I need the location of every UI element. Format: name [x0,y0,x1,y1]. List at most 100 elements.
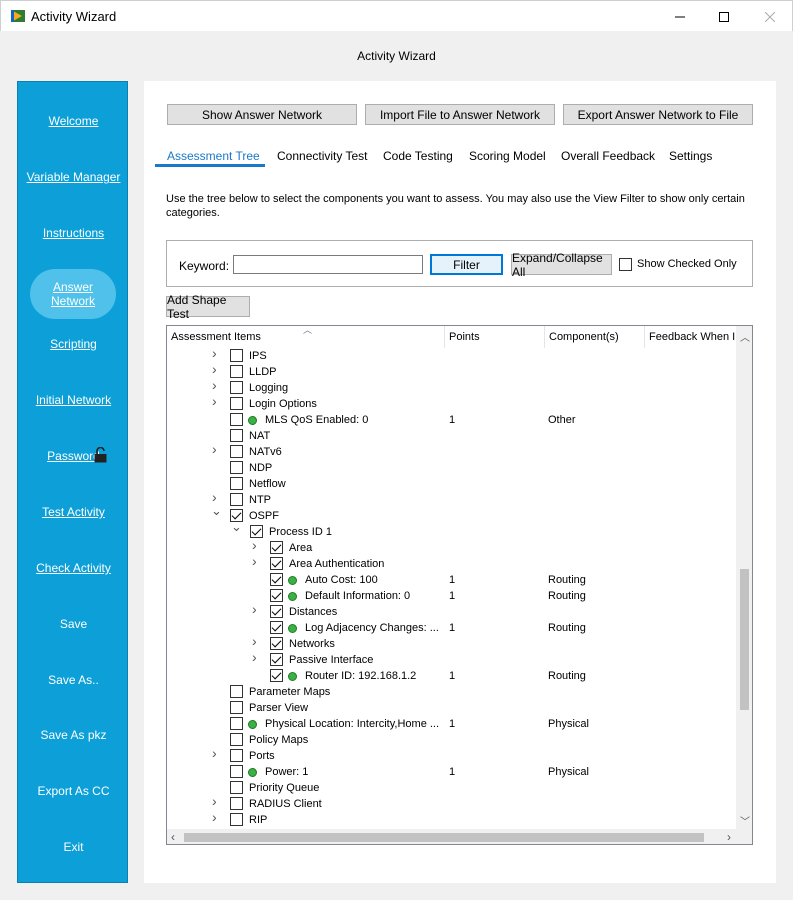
chevron-right-icon[interactable] [250,601,260,617]
filter-button[interactable]: Filter [430,254,503,275]
tab-scoring-model[interactable]: Scoring Model [469,149,546,163]
column-header-assessment-items[interactable]: Assessment Items ︿ [167,326,445,348]
sidebar-item-check-activity[interactable]: Check Activity [18,561,129,575]
tree-row[interactable]: NATv6 [167,441,737,460]
sidebar-item-welcome[interactable]: Welcome [18,114,129,128]
tree-row[interactable]: Auto Cost: 100 1 Routing [167,572,737,588]
chevron-right-icon[interactable] [210,345,220,361]
chevron-right-icon[interactable] [210,809,220,825]
tree-row-checkbox[interactable] [270,669,283,682]
scroll-left-icon[interactable]: ‹ [171,830,175,844]
tab-assessment-tree[interactable]: Assessment Tree [167,149,260,163]
tree-row-checkbox[interactable] [230,445,243,458]
chevron-down-icon[interactable] [230,519,242,536]
sidebar-item-test-activity[interactable]: Test Activity [18,505,129,519]
chevron-right-icon[interactable] [250,553,260,569]
tree-row-checkbox[interactable] [230,749,243,762]
tree-row[interactable]: Policy Maps [167,732,737,748]
column-header-feedback[interactable]: Feedback When In [645,326,737,348]
chevron-right-icon[interactable] [210,393,220,409]
tree-row[interactable]: Physical Location: Intercity,Home ... 1 Ph… [167,716,737,732]
chevron-right-icon[interactable] [210,441,220,457]
chevron-right-icon[interactable] [210,377,220,393]
sidebar-item-save-as[interactable]: Save As.. [18,673,129,687]
tree-row[interactable]: Ports [167,745,737,764]
tree-row[interactable]: NTP [167,489,737,508]
tree-row[interactable]: Logging [167,377,737,396]
sidebar-item-save[interactable]: Save [18,617,129,631]
close-button[interactable] [747,1,793,32]
tree-row[interactable]: Netflow [167,476,737,492]
keyword-input[interactable] [233,255,423,274]
tab-code-testing[interactable]: Code Testing [383,149,453,163]
tree-row[interactable]: LLDP [167,361,737,380]
minimize-button[interactable] [657,1,703,32]
tree-row[interactable]: Priority Queue [167,780,737,796]
tree-row-checkbox[interactable] [270,589,283,602]
horizontal-scroll-thumb[interactable] [184,833,704,842]
column-header-points[interactable]: Points [445,326,545,348]
tree-row-checkbox[interactable] [270,557,283,570]
tree-row-checkbox[interactable] [230,365,243,378]
scroll-right-icon[interactable]: › [727,830,731,844]
tree-row-checkbox[interactable] [230,813,243,826]
tree-row-checkbox[interactable] [270,605,283,618]
tree-row-checkbox[interactable] [230,781,243,794]
tree-row-checkbox[interactable] [270,573,283,586]
tab-settings[interactable]: Settings [669,149,712,163]
tree-row-checkbox[interactable] [230,797,243,810]
tree-row[interactable]: RADIUS Client [167,793,737,812]
tree-row-checkbox[interactable] [230,349,243,362]
tree-row-checkbox[interactable] [230,381,243,394]
tree-row[interactable]: NAT [167,428,737,444]
tree-row-checkbox[interactable] [230,461,243,474]
sidebar-item-scripting[interactable]: Scripting [18,337,129,351]
tree-row[interactable]: IPS [167,345,737,364]
tree-row-checkbox[interactable] [230,413,243,426]
tree-row-checkbox[interactable] [230,717,243,730]
tree-row[interactable]: Parser View [167,700,737,716]
tree-row[interactable]: NDP [167,460,737,476]
tree-row-checkbox[interactable] [270,621,283,634]
scroll-down-icon[interactable]: ﹀ [740,813,750,828]
tree-row[interactable]: Login Options [167,393,737,412]
sidebar-item-instructions[interactable]: Instructions [18,226,129,240]
show-answer-network-button[interactable]: Show Answer Network [167,104,357,125]
tree-row-checkbox[interactable] [230,397,243,410]
chevron-right-icon[interactable] [250,633,260,649]
tree-row-checkbox[interactable] [270,653,283,666]
tree-row-checkbox[interactable] [230,701,243,714]
tree-row-checkbox[interactable] [230,685,243,698]
export-file-button[interactable]: Export Answer Network to File [563,104,753,125]
tree-row[interactable]: OSPF [167,503,737,524]
sidebar-item-save-as-pkz[interactable]: Save As pkz [18,728,129,742]
vertical-scroll-thumb[interactable] [740,569,749,710]
sidebar-item-exit[interactable]: Exit [18,840,129,854]
sidebar-item-variable-manager[interactable]: Variable Manager [18,170,129,184]
tree-row[interactable]: MLS QoS Enabled: 0 1 Other [167,412,737,428]
tree-row[interactable]: Power: 1 1 Physical [167,764,737,780]
sidebar-item-export-as-cc[interactable]: Export As CC [18,784,129,798]
chevron-right-icon[interactable] [250,649,260,665]
import-file-button[interactable]: Import File to Answer Network [365,104,555,125]
chevron-down-icon[interactable] [210,503,222,520]
tree-row-checkbox[interactable] [270,541,283,554]
tree-row[interactable]: Parameter Maps [167,684,737,700]
sidebar-item-initial-network[interactable]: Initial Network [18,393,129,407]
tree-row-checkbox[interactable] [230,765,243,778]
horizontal-scrollbar[interactable]: ‹ › [167,829,752,844]
tree-row-checkbox[interactable] [230,477,243,490]
maximize-button[interactable] [701,1,747,32]
tree-row[interactable]: Passive Interface [167,649,737,668]
tree-row-checkbox[interactable] [230,733,243,746]
tab-overall-feedback[interactable]: Overall Feedback [561,149,655,163]
tree-row[interactable]: Distances [167,601,737,620]
tab-connectivity-test[interactable]: Connectivity Test [277,149,368,163]
chevron-right-icon[interactable] [250,537,260,553]
tree-row[interactable]: Area Authentication [167,553,737,572]
sidebar-item-password[interactable]: Password [18,449,129,463]
column-header-components[interactable]: Component(s) [545,326,645,348]
chevron-right-icon[interactable] [210,745,220,761]
tree-row[interactable]: RIP [167,809,737,828]
tree-row-checkbox[interactable] [230,429,243,442]
